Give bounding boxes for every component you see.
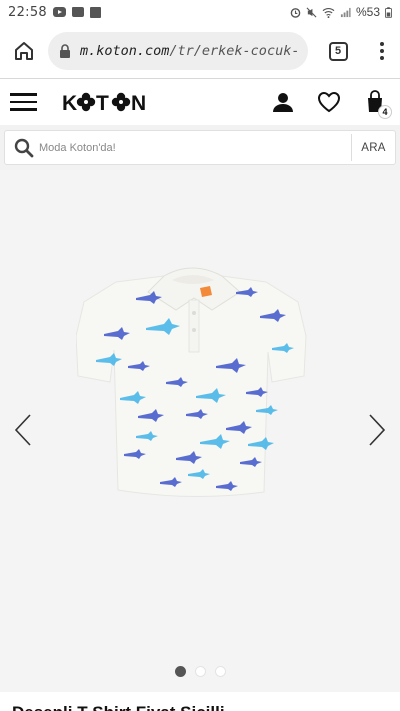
url-text: m.koton.com/tr/erkek-cocuk-des — [80, 43, 298, 59]
gallery-pagination — [0, 666, 400, 677]
search-input[interactable] — [39, 131, 351, 164]
product-title-area: Desenli T-Shirt Fiyat Sicilli — [0, 692, 400, 711]
browser-address-bar: m.koton.com/tr/erkek-cocuk-des 5 — [0, 24, 400, 78]
product-image — [76, 267, 307, 498]
status-time: 22:58 — [8, 4, 47, 20]
gallery-dot-1[interactable] — [174, 666, 186, 677]
url-host: m.koton.com — [80, 43, 170, 59]
battery-level: %53 — [355, 5, 380, 19]
home-icon — [15, 42, 33, 60]
user-icon — [273, 93, 293, 112]
search-icon — [9, 131, 39, 164]
chevron-left-icon — [14, 414, 31, 446]
menu-dot — [380, 56, 384, 60]
heart-icon — [317, 91, 341, 113]
hamburger-line — [10, 108, 37, 111]
youtube-notification-icon — [52, 7, 66, 17]
account-button[interactable] — [266, 85, 300, 119]
svg-text:T: T — [96, 92, 109, 113]
logo-mark: K T N — [62, 92, 146, 113]
site-header: K T N 4 — [0, 79, 400, 125]
search-box: ARA — [4, 130, 396, 165]
svg-text:N: N — [131, 92, 146, 113]
search-submit-button[interactable]: ARA — [351, 134, 395, 161]
alarm-icon — [290, 7, 301, 18]
mute-icon — [306, 7, 317, 17]
hamburger-line — [10, 100, 37, 104]
folder-notification-icon — [71, 7, 84, 17]
previous-image-button[interactable] — [8, 405, 38, 455]
next-image-button[interactable] — [362, 405, 392, 455]
hamburger-line — [10, 93, 37, 96]
url-field[interactable]: m.koton.com/tr/erkek-cocuk-des — [48, 32, 308, 70]
favorites-button[interactable] — [312, 85, 346, 119]
tab-switcher-button[interactable]: 5 — [316, 29, 360, 73]
hamburger-menu-button[interactable] — [0, 79, 48, 125]
cart-count-badge: 4 — [378, 105, 392, 119]
gallery-dot-2[interactable] — [194, 666, 206, 677]
product-gallery[interactable] — [0, 170, 400, 692]
battery-icon — [385, 6, 392, 18]
home-button[interactable] — [2, 29, 46, 73]
cart-button[interactable]: 4 — [358, 85, 392, 119]
status-bar: 22:58 %53 — [0, 0, 400, 24]
koton-logo[interactable]: K T N — [62, 90, 158, 114]
signal-icon — [340, 7, 351, 17]
image-notification-icon — [89, 6, 101, 18]
browser-menu-button[interactable] — [364, 29, 400, 73]
menu-dot — [380, 42, 384, 46]
product-title: Desenli T-Shirt Fiyat Sicilli — [12, 703, 225, 711]
lock-icon — [58, 43, 72, 59]
url-path: /tr/erkek-cocuk-des — [169, 43, 298, 59]
menu-dot — [380, 49, 384, 53]
tab-count: 5 — [328, 41, 348, 61]
svg-text:K: K — [62, 92, 77, 113]
wifi-icon — [322, 7, 335, 18]
chevron-right-icon — [369, 414, 386, 446]
gallery-dot-3[interactable] — [214, 666, 226, 677]
search-bar: ARA — [0, 125, 400, 170]
